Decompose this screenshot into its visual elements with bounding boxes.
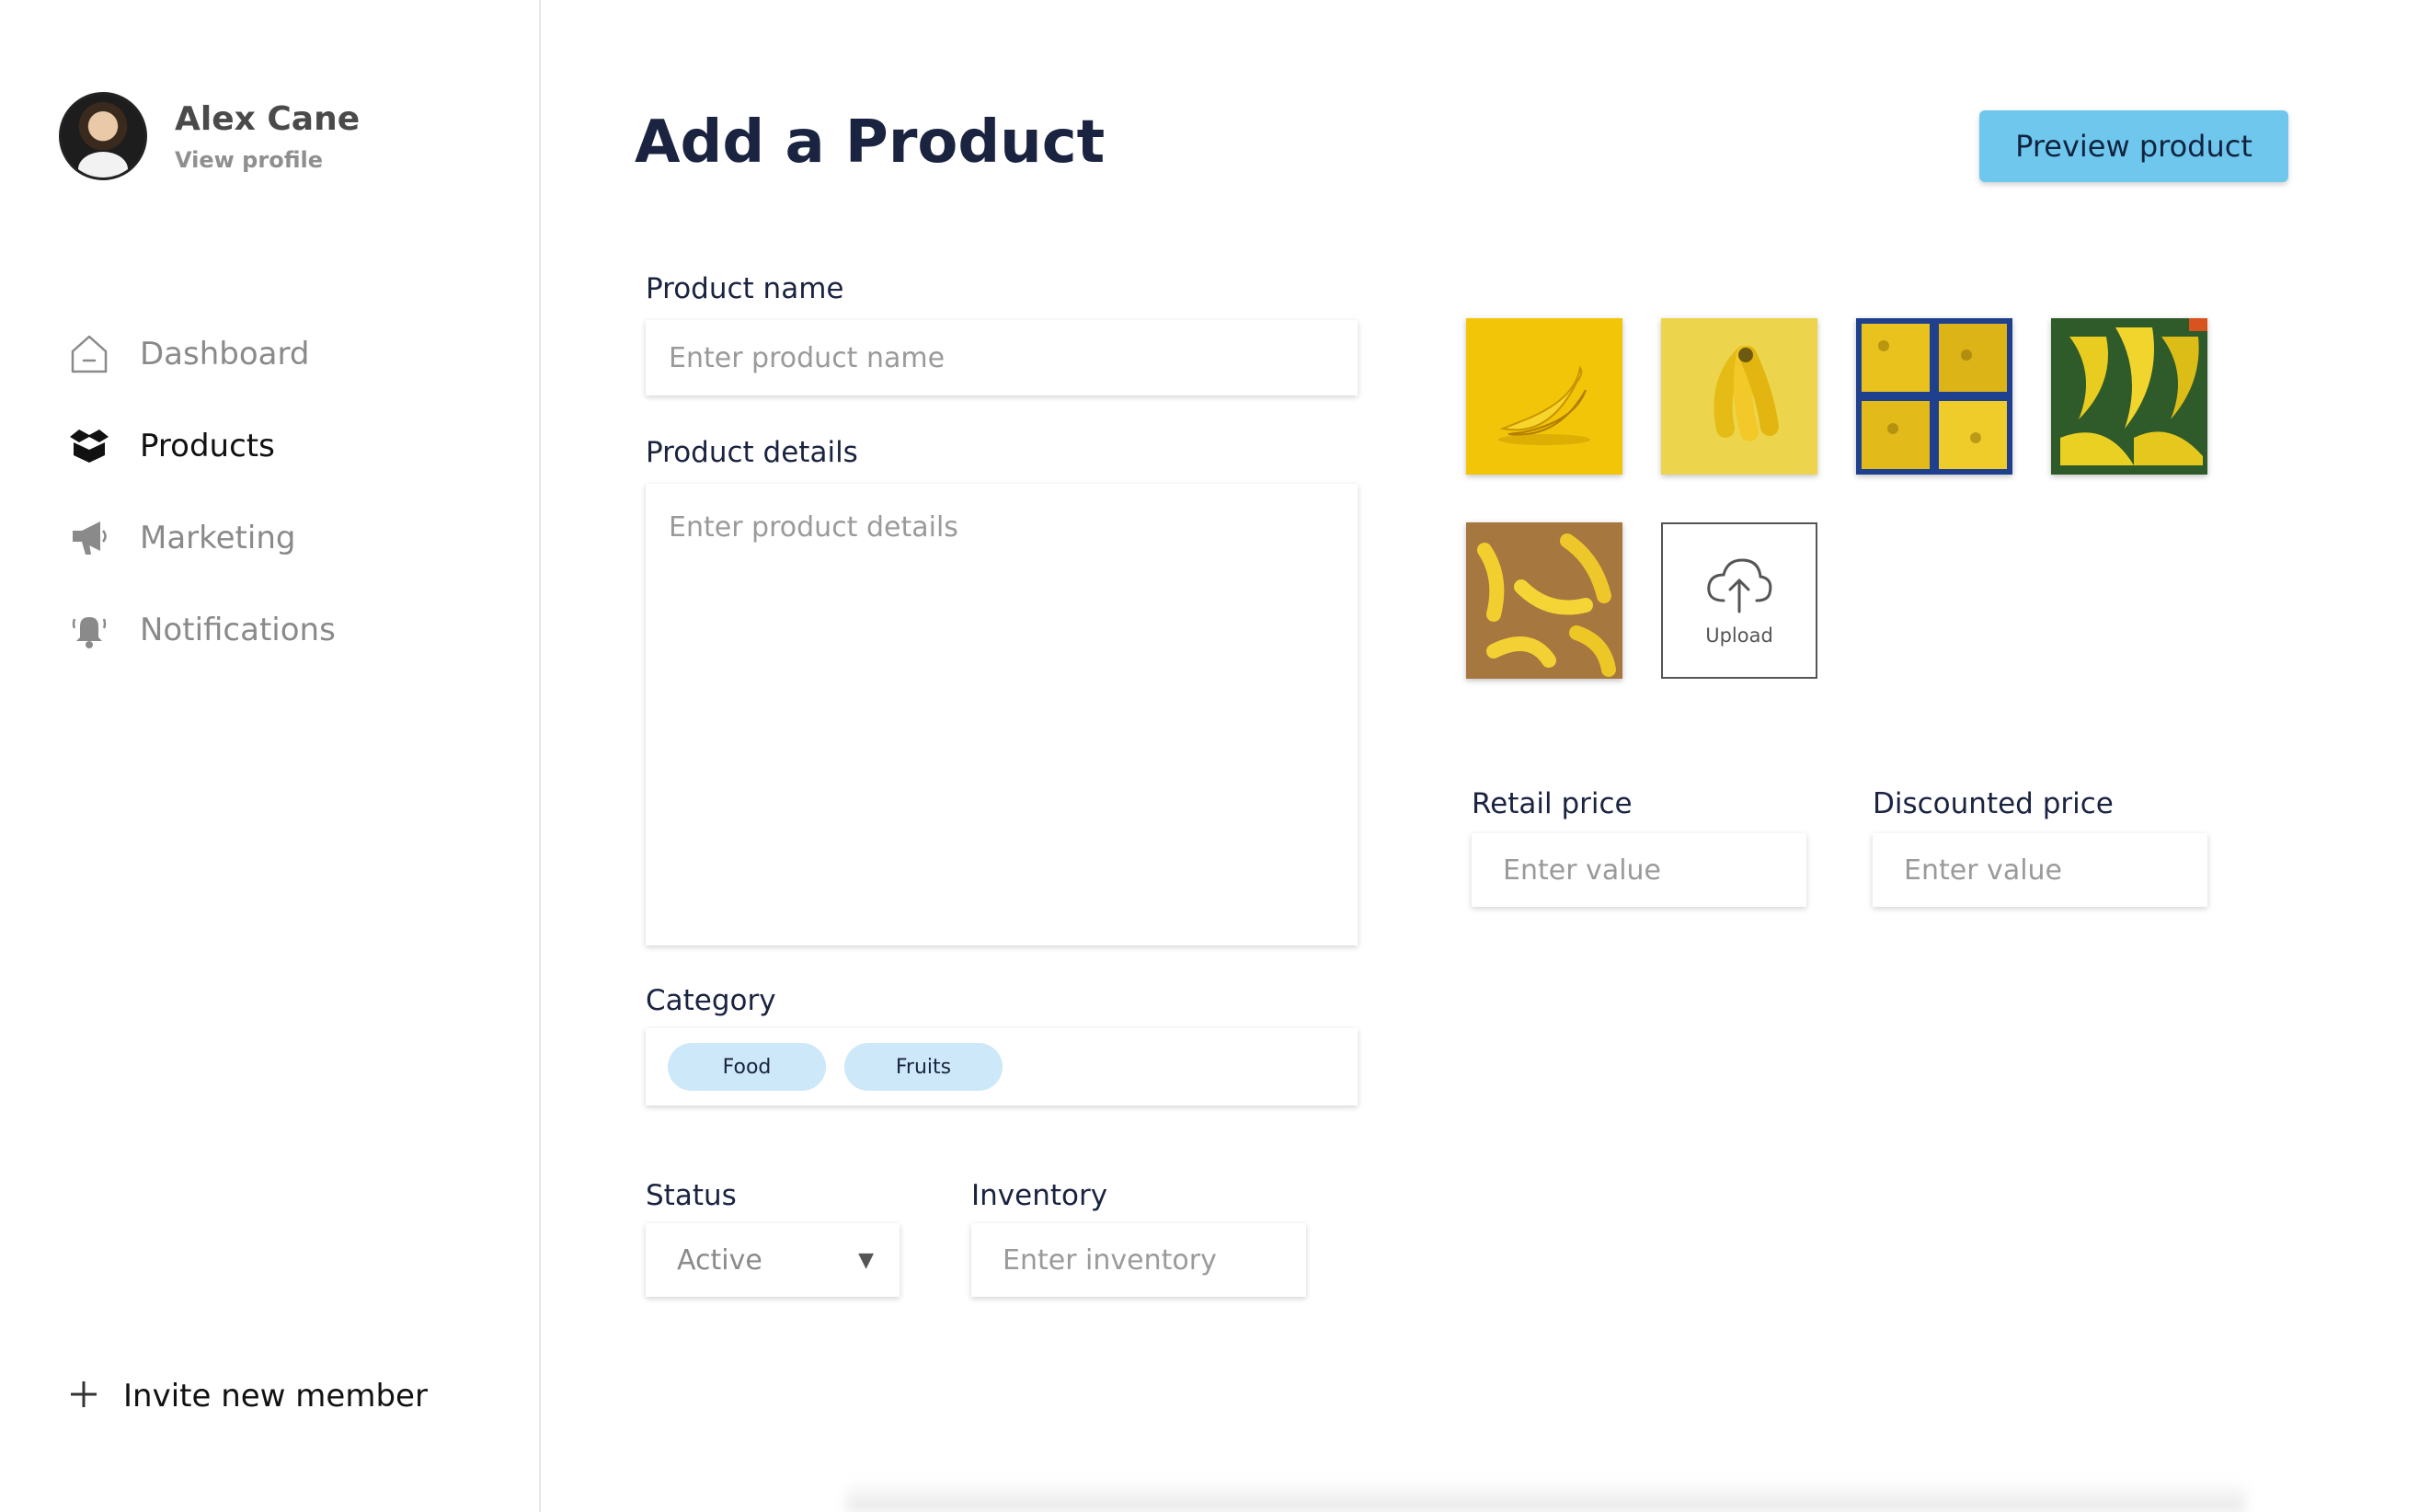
status-value: Active bbox=[677, 1243, 762, 1277]
cloud-upload-icon bbox=[1703, 555, 1775, 619]
category-label: Category bbox=[646, 984, 776, 1017]
inventory-label: Inventory bbox=[971, 1179, 1108, 1212]
user-profile: Alex Cane View profile bbox=[59, 92, 360, 180]
product-image-thumb[interactable] bbox=[2051, 318, 2207, 475]
box-icon bbox=[66, 423, 112, 469]
status-select[interactable]: Active ▼ bbox=[646, 1223, 900, 1297]
upload-image-button[interactable]: Upload bbox=[1661, 522, 1817, 679]
product-name-input[interactable] bbox=[646, 320, 1358, 395]
invite-member-button[interactable]: Invite new member bbox=[68, 1378, 428, 1415]
sidebar-item-label: Notifications bbox=[140, 612, 336, 648]
product-image-thumb[interactable] bbox=[1466, 318, 1622, 475]
product-details-textarea[interactable] bbox=[646, 484, 1358, 945]
inventory-input[interactable] bbox=[971, 1223, 1306, 1297]
product-image-thumb[interactable] bbox=[1856, 318, 2012, 475]
discounted-price-input[interactable] bbox=[1873, 833, 2207, 907]
view-profile-link[interactable]: View profile bbox=[175, 147, 360, 173]
caret-down-icon: ▼ bbox=[858, 1248, 874, 1272]
retail-price-input[interactable] bbox=[1472, 833, 1806, 907]
sidebar-item-marketing[interactable]: Marketing bbox=[66, 515, 336, 561]
discounted-price-label: Discounted price bbox=[1873, 787, 2114, 820]
avatar[interactable] bbox=[59, 92, 147, 180]
product-image-thumb[interactable] bbox=[1661, 318, 1817, 475]
retail-price-label: Retail price bbox=[1472, 787, 1633, 820]
status-label: Status bbox=[646, 1179, 737, 1212]
plus-icon bbox=[68, 1379, 99, 1414]
sidebar-item-label: Products bbox=[140, 428, 275, 464]
home-icon bbox=[66, 331, 112, 377]
product-name-label: Product name bbox=[646, 272, 844, 305]
sidebar-item-notifications[interactable]: Notifications bbox=[66, 607, 336, 653]
bell-icon bbox=[66, 607, 112, 653]
sidebar-item-label: Dashboard bbox=[140, 336, 310, 372]
sidebar-item-label: Marketing bbox=[140, 520, 296, 556]
preview-product-button[interactable]: Preview product bbox=[1979, 110, 2288, 182]
sidebar-item-products[interactable]: Products bbox=[66, 423, 336, 469]
profile-text: Alex Cane View profile bbox=[175, 100, 360, 173]
megaphone-icon bbox=[66, 515, 112, 561]
product-image-thumb[interactable] bbox=[1466, 522, 1622, 679]
bottom-shadow bbox=[846, 1481, 2246, 1512]
invite-label: Invite new member bbox=[123, 1378, 428, 1415]
upload-label: Upload bbox=[1705, 624, 1773, 647]
user-name: Alex Cane bbox=[175, 99, 361, 138]
main-content: Add a Product Preview product Product na… bbox=[543, 0, 2430, 1512]
sidebar-item-dashboard[interactable]: Dashboard bbox=[66, 331, 336, 377]
sidebar: Alex Cane View profile Dashboard Product… bbox=[0, 0, 541, 1512]
page-title: Add a Product bbox=[635, 109, 1106, 177]
category-tag-food[interactable]: Food bbox=[668, 1043, 826, 1091]
sidebar-nav: Dashboard Products Marketing Notificatio… bbox=[66, 331, 336, 699]
category-tag-fruits[interactable]: Fruits bbox=[844, 1043, 1003, 1091]
app-root: Alex Cane View profile Dashboard Product… bbox=[0, 0, 2430, 1512]
product-details-label: Product details bbox=[646, 436, 858, 469]
category-tags-field[interactable]: Food Fruits bbox=[646, 1028, 1358, 1105]
